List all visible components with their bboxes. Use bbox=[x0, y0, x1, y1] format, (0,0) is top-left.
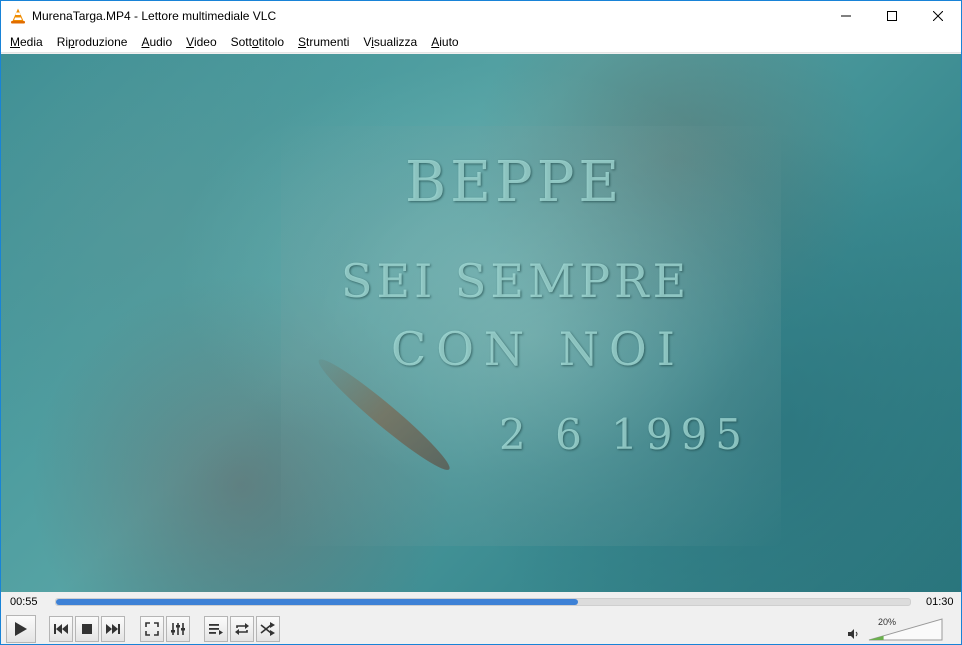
menu-visualizza[interactable]: Visualizza bbox=[356, 32, 424, 52]
close-button[interactable] bbox=[915, 1, 961, 31]
stop-button[interactable] bbox=[75, 616, 99, 642]
extended-settings-icon bbox=[171, 623, 185, 635]
previous-icon bbox=[54, 624, 68, 634]
menu-video[interactable]: Video bbox=[179, 32, 223, 52]
video-text-line-3: CON NOI bbox=[391, 322, 685, 376]
loop-button[interactable] bbox=[230, 616, 254, 642]
loop-icon bbox=[235, 623, 249, 635]
playlist-button[interactable] bbox=[204, 616, 228, 642]
close-icon bbox=[933, 11, 943, 21]
elapsed-time: 00:55 bbox=[10, 596, 38, 608]
menu-aiuto[interactable]: Aiuto bbox=[424, 32, 465, 52]
volume-slider[interactable]: 20% bbox=[868, 617, 943, 641]
minimize-button[interactable] bbox=[823, 1, 869, 31]
seek-progress bbox=[56, 599, 578, 605]
menu-media[interactable]: Media bbox=[3, 32, 50, 52]
video-text-line-4: 2 6 1995 bbox=[499, 410, 751, 459]
play-icon bbox=[15, 622, 27, 636]
total-time: 01:30 bbox=[926, 596, 954, 608]
video-text-line-1: BEPPE bbox=[405, 150, 624, 215]
maximize-icon bbox=[887, 11, 897, 21]
video-display[interactable]: BEPPE SEI SEMPRE CON NOI 2 6 1995 bbox=[1, 54, 961, 592]
vlc-cone-icon bbox=[10, 8, 26, 24]
video-text-line-2: SEI SEMPRE bbox=[341, 254, 691, 308]
play-button[interactable] bbox=[6, 615, 36, 643]
menu-riproduzione[interactable]: Riproduzione bbox=[50, 32, 135, 52]
fullscreen-icon bbox=[145, 622, 159, 636]
vlc-window: MurenaTarga.MP4 - Lettore multimediale V… bbox=[0, 0, 962, 645]
minimize-icon bbox=[841, 15, 851, 17]
next-button[interactable] bbox=[101, 616, 125, 642]
seek-row: 00:55 01:30 bbox=[1, 592, 961, 614]
menu-sottotitolo[interactable]: Sottotitolo bbox=[224, 32, 291, 52]
menu-strumenti[interactable]: Strumenti bbox=[291, 32, 356, 52]
window-title: MurenaTarga.MP4 - Lettore multimediale V… bbox=[32, 9, 277, 23]
fullscreen-button[interactable] bbox=[140, 616, 164, 642]
next-icon bbox=[106, 624, 120, 634]
window-controls bbox=[823, 1, 961, 31]
maximize-button[interactable] bbox=[869, 1, 915, 31]
shuffle-icon bbox=[260, 622, 275, 636]
control-bar: 20% bbox=[1, 614, 961, 644]
extended-settings-button[interactable] bbox=[166, 616, 190, 642]
shuffle-button[interactable] bbox=[256, 616, 280, 642]
menu-audio[interactable]: Audio bbox=[134, 32, 179, 52]
seek-slider[interactable] bbox=[55, 598, 911, 606]
stop-icon bbox=[82, 624, 92, 634]
previous-button[interactable] bbox=[49, 616, 73, 642]
menu-bar: Media Riproduzione Audio Video Sottotito… bbox=[1, 31, 961, 53]
title-bar[interactable]: MurenaTarga.MP4 - Lettore multimediale V… bbox=[1, 1, 961, 31]
playlist-icon bbox=[209, 624, 223, 635]
volume-triangle bbox=[868, 618, 943, 641]
speaker-icon[interactable] bbox=[847, 628, 859, 640]
